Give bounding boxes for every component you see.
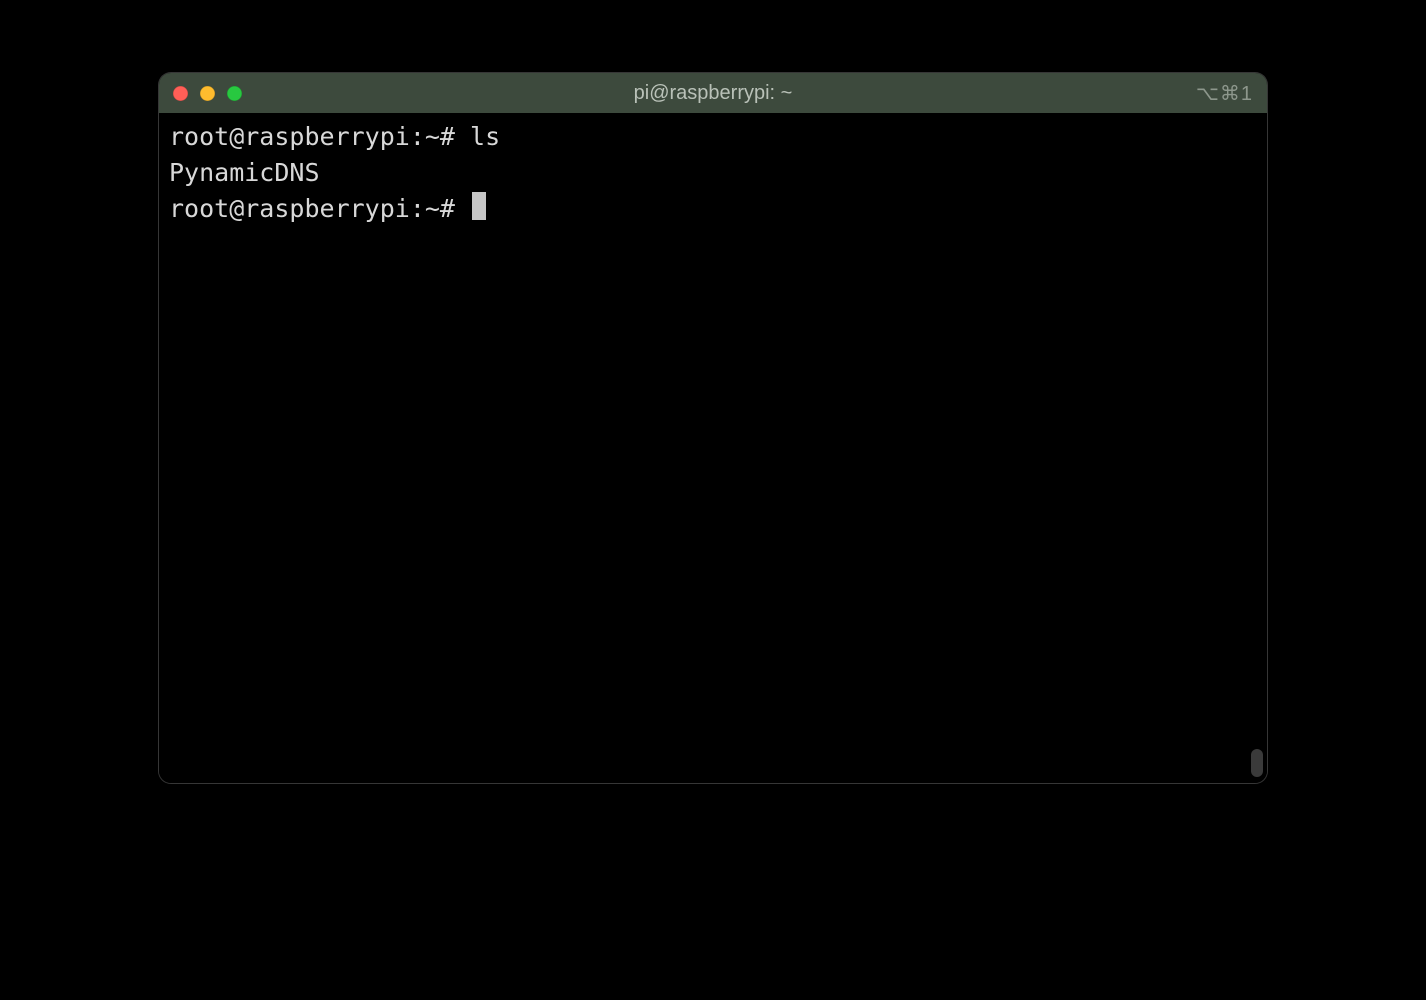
terminal-line: root@raspberrypi:~# ls	[169, 119, 1257, 155]
terminal-body[interactable]: root@raspberrypi:~# ls PynamicDNS root@r…	[159, 113, 1267, 783]
cursor-block-icon	[472, 192, 486, 220]
window-title: pi@raspberrypi: ~	[159, 82, 1267, 105]
titlebar-shortcut-hint: ⌥⌘1	[1196, 81, 1253, 106]
traffic-lights	[173, 86, 242, 101]
minimize-button[interactable]	[200, 86, 215, 101]
scrollbar-track[interactable]	[1247, 113, 1265, 783]
window-titlebar[interactable]: pi@raspberrypi: ~ ⌥⌘1	[159, 73, 1267, 113]
zoom-button[interactable]	[227, 86, 242, 101]
terminal-window: pi@raspberrypi: ~ ⌥⌘1 root@raspberrypi:~…	[159, 73, 1267, 783]
scrollbar-thumb[interactable]	[1251, 749, 1263, 777]
terminal-line: root@raspberrypi:~#	[169, 191, 1257, 227]
prompt-text: root@raspberrypi:~# ls	[169, 122, 500, 151]
prompt-text: root@raspberrypi:~#	[169, 194, 470, 223]
terminal-line: PynamicDNS	[169, 155, 1257, 191]
output-text: PynamicDNS	[169, 158, 320, 187]
close-button[interactable]	[173, 86, 188, 101]
